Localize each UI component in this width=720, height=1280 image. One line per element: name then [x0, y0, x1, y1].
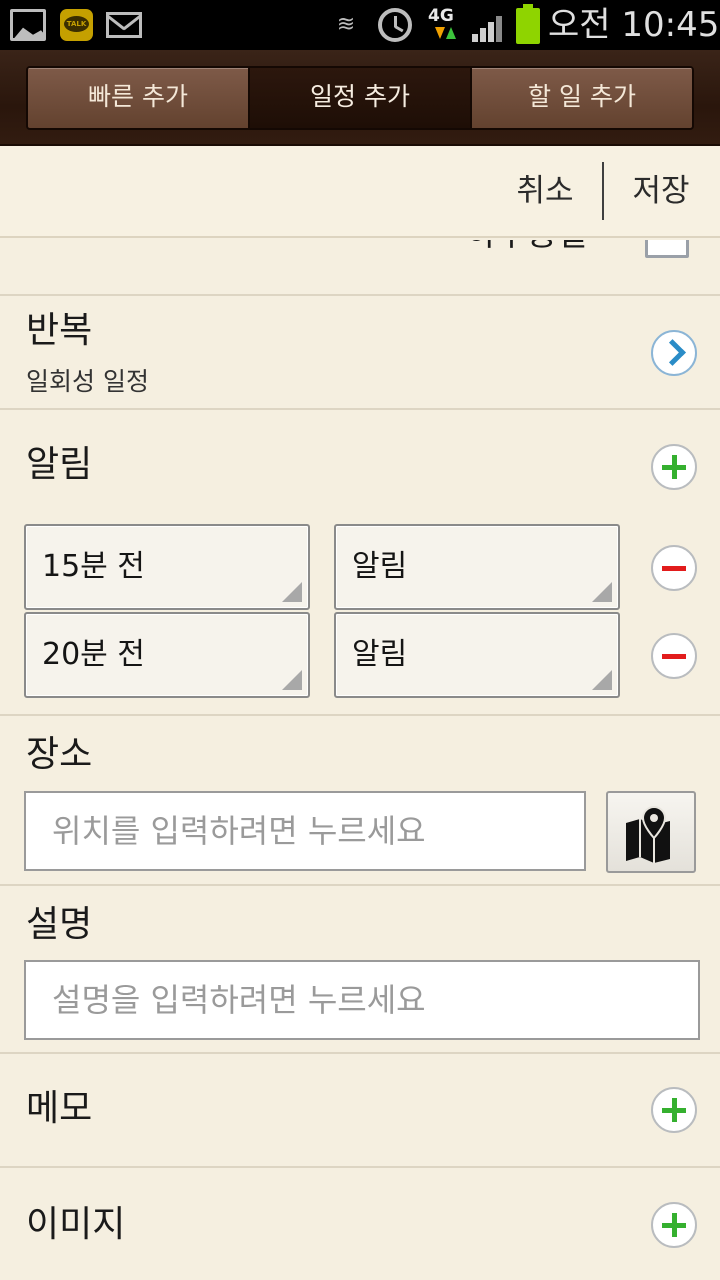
vibrate-icon: ≋ [336, 12, 356, 37]
memo-label: 메모 [26, 1088, 93, 1129]
event-form[interactable]: 하루종일 반복 일회성 일정 알림 15분 전 알림 20분 전 알림 장소 설… [0, 240, 720, 1280]
battery-icon [516, 4, 540, 44]
talk-badge: TALK [64, 16, 89, 32]
tab-add-task[interactable]: 할 일 추가 [472, 68, 692, 128]
data-activity-icon [433, 27, 457, 41]
description-input[interactable] [26, 962, 698, 1038]
remove-reminder-button[interactable] [651, 633, 697, 679]
reminder-time-select[interactable]: 20분 전 [24, 612, 310, 698]
cancel-button[interactable]: 취소 [508, 168, 582, 214]
save-button[interactable]: 저장 [622, 168, 700, 214]
description-field[interactable] [24, 960, 700, 1040]
network-4g-icon: 4G [428, 6, 454, 26]
remove-reminder-button[interactable] [651, 545, 697, 591]
repeat-value: 일회성 일정 [26, 367, 149, 396]
reminder-time-select[interactable]: 15분 전 [24, 524, 310, 610]
add-memo-button[interactable] [651, 1087, 697, 1133]
tab-bar: 빠른 추가 일정 추가 할 일 추가 [0, 50, 720, 146]
divider [0, 714, 720, 716]
location-label: 장소 [26, 734, 93, 775]
location-field[interactable] [24, 791, 586, 871]
kakaotalk-icon: TALK [60, 9, 93, 41]
reminder-label: 알림 [26, 444, 93, 485]
divider [0, 884, 720, 886]
repeat-chevron-icon[interactable] [651, 330, 697, 376]
tab-add-event[interactable]: 일정 추가 [250, 68, 472, 128]
location-input[interactable] [26, 793, 584, 869]
alarm-icon [378, 8, 412, 42]
signal-icon [472, 12, 508, 42]
status-bar: TALK ≋ 4G 오전 10:45 [0, 0, 720, 50]
reminder-time-value: 15분 전 [42, 549, 145, 584]
repeat-label: 반복 [26, 310, 93, 351]
reminder-type-select[interactable]: 알림 [334, 612, 620, 698]
image-label: 이미지 [26, 1204, 126, 1245]
add-image-button[interactable] [651, 1202, 697, 1248]
tab-group: 빠른 추가 일정 추가 할 일 추가 [26, 66, 694, 130]
divider [0, 1166, 720, 1168]
tab-quick-add[interactable]: 빠른 추가 [28, 68, 250, 128]
add-reminder-button[interactable] [651, 444, 697, 490]
action-divider [602, 162, 604, 220]
map-pin-icon [626, 805, 670, 863]
action-bar: 취소 저장 [0, 146, 720, 238]
reminder-type-select[interactable]: 알림 [334, 524, 620, 610]
reminder-type-value: 알림 [352, 549, 408, 584]
all-day-label: 하루종일 [466, 240, 587, 256]
reminder-time-value: 20분 전 [42, 637, 145, 672]
divider [0, 294, 720, 296]
divider [0, 1052, 720, 1054]
divider [0, 408, 720, 410]
gallery-icon [10, 9, 46, 41]
reminder-type-value: 알림 [352, 637, 408, 672]
map-button[interactable] [606, 791, 696, 873]
all-day-checkbox[interactable] [645, 240, 689, 258]
status-time: 오전 10:45 [548, 5, 720, 45]
mail-icon [106, 12, 142, 38]
description-label: 설명 [26, 904, 93, 945]
